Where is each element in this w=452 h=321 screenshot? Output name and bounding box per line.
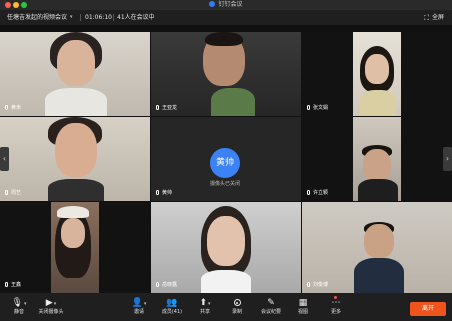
meeting-toolbar: 🎙▾ 静音 ▶▾ 关闭摄像头 👤▾ 邀请 👥 成员(41) ⬆▾ 共享 录制 ✎… — [0, 293, 452, 321]
avatar: 黄帅 — [210, 148, 240, 178]
meeting-info-bar: 任塘吉发起的视频会议 ▾ 01:06:10 41人在会议中 ⛶ 全屏 — [0, 10, 452, 25]
camera-off-text: 摄像头已关闭 — [209, 181, 240, 187]
meeting-duration: 01:06:10 — [85, 14, 112, 21]
mic-icon — [5, 105, 8, 110]
video-tile-7[interactable]: 王鑫 — [0, 202, 150, 293]
record-icon — [233, 299, 241, 306]
camera-icon: ▶ — [45, 298, 53, 308]
divider — [80, 14, 81, 21]
mic-icon — [307, 190, 310, 195]
participant-name: 周艺 — [5, 190, 21, 197]
participant-name: 许立颖 — [307, 190, 328, 197]
video-tile-4[interactable]: 周艺 — [0, 117, 150, 201]
mic-icon — [307, 282, 310, 287]
video-tile-1[interactable]: 黄米 — [0, 32, 150, 116]
video-tile-3[interactable]: 张文娟 — [302, 32, 452, 116]
invite-user-icon: 👤 — [131, 298, 143, 308]
previous-page-button[interactable]: ‹ — [0, 147, 9, 171]
chevron-down-icon[interactable]: ▾ — [24, 301, 27, 307]
chevron-down-icon[interactable]: ▾ — [54, 301, 57, 307]
next-page-button[interactable]: › — [443, 147, 452, 171]
record-button[interactable]: 录制 — [226, 297, 248, 316]
notification-dot — [334, 296, 337, 299]
participant-count: 41人在会议中 — [117, 14, 155, 21]
mic-icon — [5, 190, 8, 195]
video-tile-9[interactable]: 刘俊博 — [302, 202, 452, 293]
minutes-icon: ✎ — [267, 298, 275, 308]
mute-button[interactable]: 🎙▾ 静音 — [8, 297, 30, 316]
members-icon: 👥 — [166, 298, 178, 308]
participant-name: 岳晓露 — [156, 282, 177, 289]
members-button[interactable]: 👥 成员(41) — [158, 297, 186, 316]
video-tile-6[interactable]: 许立颖 — [302, 117, 452, 201]
fullscreen-icon: ⛶ — [424, 14, 429, 22]
microphone-icon: 🎙 — [11, 298, 23, 308]
chevron-right-icon: › — [445, 154, 450, 163]
video-tile-2[interactable]: 王亚龙 — [151, 32, 301, 116]
chevron-left-icon: ‹ — [2, 154, 7, 163]
participant-name: 王鑫 — [5, 282, 21, 289]
participant-name: 黄帅 — [156, 190, 172, 197]
divider — [113, 14, 114, 21]
video-tile-8[interactable]: 岳晓露 — [151, 202, 301, 293]
more-button[interactable]: ⋯ 更多 — [325, 296, 347, 316]
meeting-title[interactable]: 任塘吉发起的视频会议 — [7, 10, 67, 25]
grid-view-icon: ▦ — [298, 298, 308, 308]
camera-button[interactable]: ▶▾ 关闭摄像头 — [36, 297, 66, 316]
mic-icon — [156, 190, 159, 195]
view-button[interactable]: ▦ 视图 — [292, 297, 314, 316]
dingtalk-logo-icon — [209, 1, 216, 7]
share-screen-icon: ⬆ — [199, 298, 208, 308]
fullscreen-button[interactable]: ⛶ 全屏 — [424, 10, 444, 26]
app-title: 钉钉会议 — [0, 0, 452, 10]
leave-button[interactable]: 离开 — [410, 302, 446, 316]
chevron-down-icon[interactable]: ▾ — [208, 301, 211, 307]
more-dots-icon: ⋯ — [331, 298, 341, 308]
chevron-down-icon[interactable]: ▾ — [70, 10, 73, 25]
mic-icon — [307, 105, 310, 110]
invite-button[interactable]: 👤▾ 邀请 — [128, 297, 150, 316]
participant-name: 张文娟 — [307, 105, 328, 112]
participant-name: 刘俊博 — [307, 282, 328, 289]
meeting-minutes-button[interactable]: ✎ 会议纪要 — [256, 297, 286, 316]
share-button[interactable]: ⬆▾ 共享 — [194, 297, 216, 316]
mic-icon — [156, 105, 159, 110]
window-titlebar: 钉钉会议 — [0, 0, 452, 10]
participant-name: 王亚龙 — [156, 105, 177, 112]
mic-icon — [5, 282, 8, 287]
mic-icon — [156, 282, 159, 287]
chevron-down-icon[interactable]: ▾ — [144, 301, 147, 307]
participant-name: 黄米 — [5, 105, 21, 112]
cap — [57, 206, 89, 218]
